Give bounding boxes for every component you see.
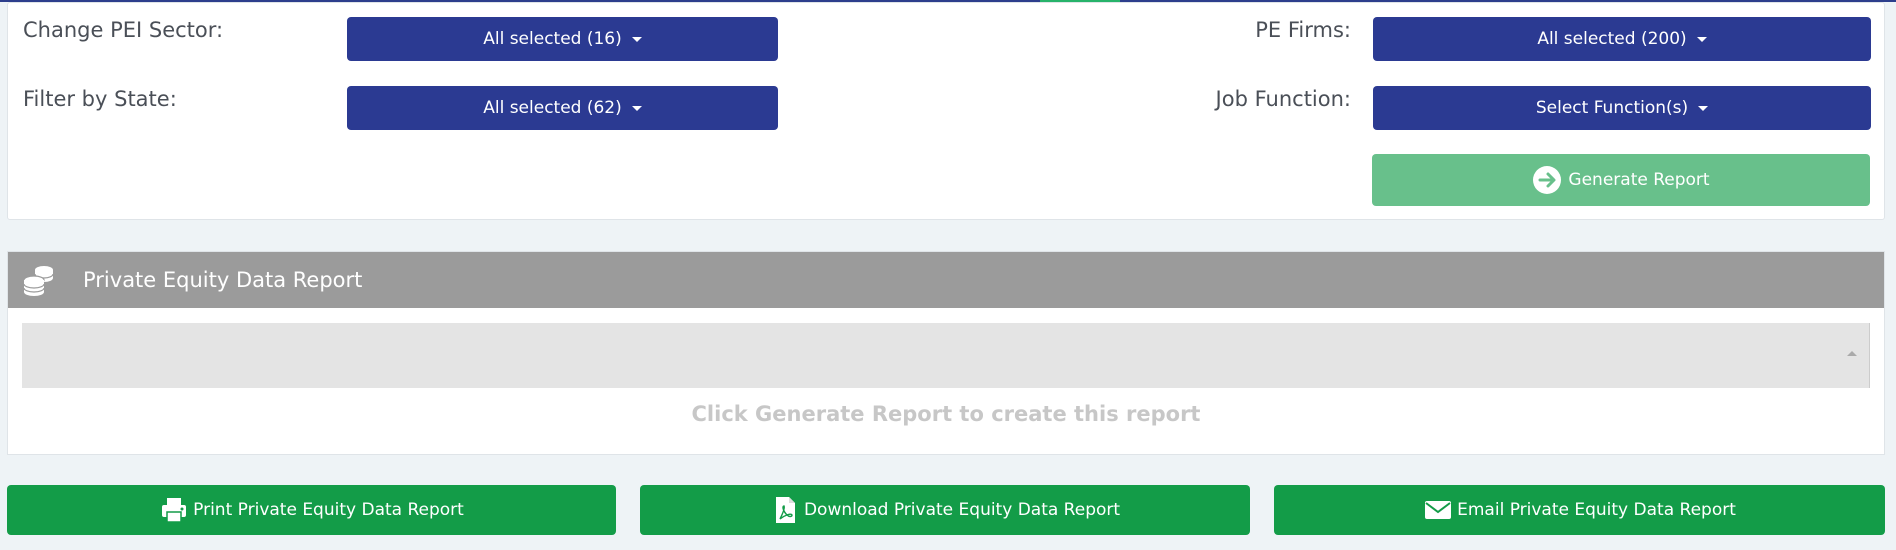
pdf-file-icon [775, 497, 795, 523]
print-report-button[interactable]: Print Private Equity Data Report [7, 485, 616, 535]
arrow-right-circle-icon [1533, 166, 1562, 194]
download-report-label: Download Private Equity Data Report [803, 500, 1121, 520]
generate-report-label: Generate Report [1568, 170, 1710, 190]
sector-label: Change PEI Sector: [23, 18, 224, 42]
state-dropdown[interactable]: All selected (62) [347, 86, 778, 130]
print-report-label: Print Private Equity Data Report [193, 500, 464, 520]
caret-down-icon [631, 36, 642, 42]
firms-dropdown-label: All selected (200) [1537, 29, 1687, 49]
job-dropdown[interactable]: Select Function(s) [1373, 86, 1871, 130]
state-label: Filter by State: [23, 87, 177, 111]
empty-report-message: Click Generate Report to create this rep… [691, 402, 1201, 426]
caret-down-icon [1698, 105, 1709, 111]
job-dropdown-label: Select Function(s) [1535, 98, 1689, 118]
email-report-button[interactable]: Email Private Equity Data Report [1274, 485, 1885, 535]
firms-dropdown[interactable]: All selected (200) [1373, 17, 1871, 61]
report-title: Private Equity Data Report [83, 268, 363, 292]
report-panel: Private Equity Data Report Click Generat… [7, 251, 1885, 455]
state-dropdown-label: All selected (62) [483, 98, 622, 118]
download-report-button[interactable]: Download Private Equity Data Report [640, 485, 1250, 535]
report-table-header[interactable] [22, 323, 1870, 388]
sector-dropdown-label: All selected (16) [483, 29, 622, 49]
coins-icon [23, 266, 54, 296]
generate-report-button[interactable]: Generate Report [1372, 154, 1870, 206]
printer-icon [162, 498, 187, 523]
sort-up-icon[interactable] [1847, 351, 1857, 356]
caret-down-icon [1696, 36, 1707, 42]
sector-dropdown[interactable]: All selected (16) [347, 17, 778, 61]
caret-down-icon [631, 105, 642, 111]
job-label: Job Function: [1215, 87, 1351, 111]
envelope-icon [1425, 501, 1452, 519]
report-header: Private Equity Data Report [8, 252, 1884, 308]
firms-label: PE Firms: [1255, 18, 1351, 42]
email-report-label: Email Private Equity Data Report [1457, 500, 1736, 520]
